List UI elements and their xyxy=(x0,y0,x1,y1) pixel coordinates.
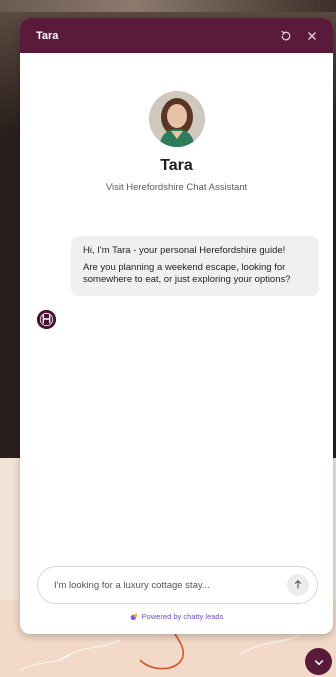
close-button[interactable] xyxy=(301,25,323,47)
avatar xyxy=(148,91,205,147)
bot-avatar xyxy=(37,310,56,329)
chat-widget: Tara Tara Visit Herefordshire Chat Assis… xyxy=(20,18,333,634)
message-input[interactable] xyxy=(54,579,287,591)
message-paragraph: Hi, I'm Tara - your personal Herefordshi… xyxy=(83,245,286,256)
powered-by-text: Powered by chatty leads xyxy=(141,612,224,621)
bot-message-bubble: Hi, I'm Tara - your personal Herefordshi… xyxy=(71,236,319,296)
assistant-subtitle: Visit Herefordshire Chat Assistant xyxy=(105,182,248,193)
message-paragraph: Are you planning a weekend escape, looki… xyxy=(83,262,291,285)
send-button[interactable] xyxy=(287,574,309,596)
close-icon xyxy=(307,31,317,41)
arrow-up-icon xyxy=(294,576,302,594)
chevron-down-icon xyxy=(314,653,324,671)
background-header xyxy=(0,0,336,12)
chatty-leads-logo-icon xyxy=(130,613,138,621)
chat-title: Tara xyxy=(36,29,59,42)
assistant-profile: Tara Visit Herefordshire Chat Assistant xyxy=(20,53,333,193)
scroll-down-button[interactable] xyxy=(305,648,332,675)
assistant-name: Tara xyxy=(160,157,193,174)
chat-header: Tara xyxy=(20,18,333,53)
message-composer xyxy=(37,566,318,604)
powered-by-link[interactable]: Powered by chatty leads xyxy=(20,612,333,621)
refresh-icon xyxy=(280,30,292,42)
refresh-button[interactable] xyxy=(275,25,297,47)
